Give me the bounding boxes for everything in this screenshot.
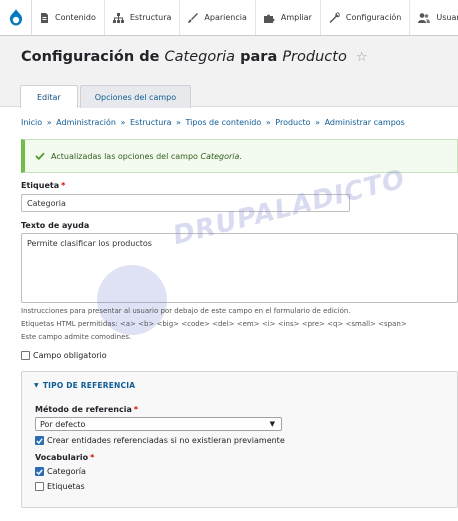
- file-icon: [41, 12, 48, 23]
- vocabulary-option-etiquetas[interactable]: Etiquetas: [35, 482, 85, 491]
- breadcrumb-link-administrar-campos[interactable]: Administrar campos: [325, 118, 405, 127]
- page-title: Configuración de Categoria para Producto…: [21, 49, 368, 65]
- create-entities-checkbox[interactable]: [35, 436, 44, 445]
- toolbar-item-label: Contenido: [55, 13, 96, 22]
- vocabulary-label: Vocabulario *: [35, 453, 94, 462]
- breadcrumb-separator: »: [265, 118, 271, 127]
- tab-opciones-del-campo[interactable]: Opciones del campo: [79, 85, 192, 108]
- toolbar-item-ampliar[interactable]: Ampliar: [256, 0, 321, 35]
- triangle-down-icon: ▼: [34, 382, 39, 389]
- vocabulary-checkbox-etiquetas[interactable]: [35, 482, 44, 491]
- reference-method-select[interactable]: Por defecto ▼: [35, 417, 282, 431]
- breadcrumb-separator: »: [46, 118, 52, 127]
- status-suffix: .: [239, 151, 242, 161]
- required-checkbox[interactable]: [21, 351, 30, 360]
- label-text: Vocabulario: [35, 453, 89, 462]
- breadcrumb-link-tipos-de-contenido[interactable]: Tipos de contenido: [186, 118, 262, 127]
- label-text: Etiqueta: [21, 181, 60, 190]
- reference-type-summary[interactable]: ▼ TIPO DE REFERENCIA: [34, 381, 135, 390]
- puzzle-icon: [263, 14, 275, 23]
- toolbar-item-label: Usuario: [436, 13, 458, 22]
- drupal-logo-icon[interactable]: [0, 0, 32, 35]
- reference-type-legend: TIPO DE REFERENCIA: [42, 381, 136, 390]
- admin-toolbar: Contenido Estructura Apariencia Ampliar …: [0, 0, 458, 36]
- title-field-name: Categoria: [164, 49, 236, 65]
- sitemap-icon: [112, 12, 124, 23]
- title-prefix: Configuración de: [21, 49, 160, 65]
- tokens-description: Este campo admite comodines.: [21, 333, 132, 341]
- required-checkbox-label: Campo obligatorio: [33, 351, 107, 360]
- toolbar-item-contenido[interactable]: Contenido: [32, 0, 105, 35]
- required-field-checkbox-row[interactable]: Campo obligatorio: [21, 351, 107, 360]
- create-entities-checkbox-row[interactable]: Crear entidades referenciadas si no exis…: [35, 436, 285, 445]
- breadcrumb-separator: »: [120, 118, 126, 127]
- vocabulary-label-categoria: Categoría: [47, 467, 86, 476]
- help-description: Instrucciones para presentar al usuario …: [21, 307, 351, 315]
- vocabulary-label-etiquetas: Etiquetas: [47, 482, 85, 491]
- toolbar-item-label: Apariencia: [204, 13, 247, 22]
- required-marker: *: [61, 181, 66, 190]
- status-text: Actualizadas las opciones del campo: [51, 151, 198, 161]
- dropdown-arrow-icon: ▼: [269, 420, 275, 428]
- checkmark-icon: [35, 152, 45, 160]
- page-header: Configuración de Categoria para Producto…: [0, 36, 458, 108]
- create-entities-label: Crear entidades referenciadas si no exis…: [47, 436, 285, 445]
- breadcrumb-link-inicio[interactable]: Inicio: [21, 118, 42, 127]
- toolbar-item-configuracion[interactable]: Configuración: [321, 0, 411, 35]
- breadcrumb-separator: »: [315, 118, 321, 127]
- primary-tabs: Editar Opciones del campo: [20, 85, 193, 108]
- toolbar-item-label: Configuración: [345, 13, 402, 22]
- paintbrush-icon: [188, 12, 199, 23]
- reference-type-fieldset: ▼ TIPO DE REFERENCIA Método de referenci…: [21, 371, 458, 508]
- required-marker: *: [133, 405, 139, 414]
- wrench-icon: [329, 12, 340, 23]
- star-icon[interactable]: ☆: [356, 50, 368, 65]
- label-text: Método de referencia: [35, 405, 132, 414]
- help-textarea[interactable]: Permite clasificar los productos: [21, 233, 458, 303]
- status-field-name: Categoria: [200, 151, 240, 161]
- toolbar-item-label: Ampliar: [280, 13, 312, 22]
- help-field-label: Texto de ayuda: [21, 221, 90, 230]
- breadcrumb-separator: »: [176, 118, 181, 127]
- toolbar-item-apariencia[interactable]: Apariencia: [180, 0, 256, 35]
- required-marker: *: [90, 453, 95, 462]
- breadcrumb-link-producto[interactable]: Producto: [275, 118, 310, 127]
- toolbar-item-estructura[interactable]: Estructura: [105, 0, 181, 35]
- allowed-tags-description: Etiquetas HTML permitidas: <a> <b> <big>…: [21, 320, 407, 328]
- breadcrumb-link-estructura[interactable]: Estructura: [130, 118, 172, 127]
- vocabulary-option-categoria[interactable]: Categoría: [35, 467, 86, 476]
- toolbar-item-label: Estructura: [129, 13, 172, 22]
- title-middle: para: [240, 49, 278, 65]
- toolbar-item-usuario[interactable]: Usuario: [410, 0, 458, 35]
- vocabulary-checkbox-categoria[interactable]: [35, 467, 44, 476]
- breadcrumb: Inicio » Administración » Estructura » T…: [21, 118, 405, 127]
- breadcrumb-link-administracion[interactable]: Administración: [56, 118, 116, 127]
- reference-method-value: Por defecto: [40, 419, 86, 429]
- tab-editar[interactable]: Editar: [20, 85, 78, 108]
- title-entity-name: Producto: [282, 49, 347, 65]
- reference-method-label: Método de referencia *: [35, 405, 138, 414]
- label-field-label: Etiqueta *: [21, 181, 65, 190]
- people-icon: [418, 12, 431, 23]
